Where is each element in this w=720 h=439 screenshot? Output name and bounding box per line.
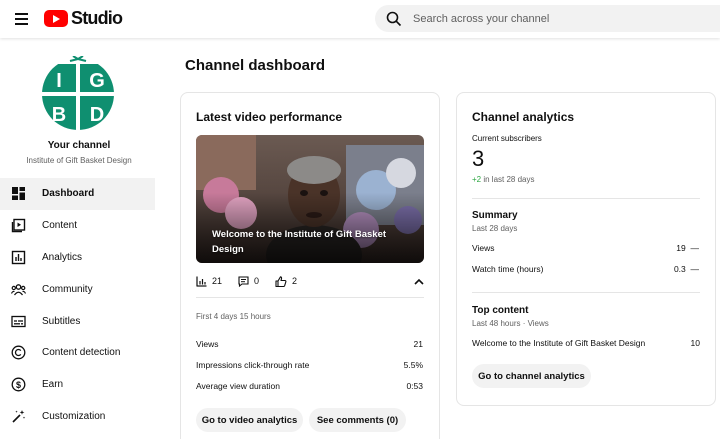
channel-name: Institute of Gift Basket Design (26, 156, 132, 165)
sidebar-item-subtitles[interactable]: Subtitles (0, 305, 160, 337)
views-stat[interactable]: 21 (196, 276, 222, 287)
metric-row: Impressions click-through rate 5.5% (196, 360, 423, 370)
summary-period: Last 28 days (472, 224, 518, 233)
top-content-value: 10 (690, 338, 700, 348)
avatar-letter: D (90, 104, 104, 126)
sidebar-item-dashboard[interactable]: Dashboard (0, 178, 155, 210)
analytics-icon (11, 250, 26, 265)
sidebar-item-label: Subtitles (42, 315, 81, 327)
divider (472, 292, 700, 293)
trend-dash: — (690, 243, 700, 253)
likes-count: 2 (292, 276, 298, 286)
top-content-row[interactable]: Welcome to the Institute of Gift Basket … (472, 338, 700, 348)
sidebar-item-analytics[interactable]: Analytics (0, 242, 160, 274)
metric-label: Views (196, 339, 219, 349)
metric-row: Views 21 (196, 339, 423, 349)
sidebar: I G B D Your channel Institute of Gift B… (0, 38, 160, 439)
divider (196, 297, 424, 298)
top-content-period: Last 48 hours · Views (472, 319, 549, 328)
subscribers-change-suffix: in last 28 days (481, 175, 535, 184)
metric-label: Impressions click-through rate (196, 360, 310, 370)
subscribers-count: 3 (472, 146, 485, 171)
divider (472, 198, 700, 199)
avatar-letter: I (56, 70, 62, 92)
svg-text:$: $ (16, 380, 21, 390)
comment-icon (238, 275, 249, 287)
thumbs-up-icon (275, 275, 287, 287)
hamburger-menu-icon[interactable] (10, 8, 32, 30)
search-input[interactable] (413, 12, 693, 25)
card-title: Channel analytics (472, 110, 575, 124)
video-title: Welcome to the Institute of Gift Basket … (212, 229, 387, 255)
sidebar-item-label: Community (42, 283, 93, 295)
studio-logo[interactable]: Studio (44, 8, 123, 29)
subtitles-icon (11, 314, 26, 329)
content-icon (11, 218, 26, 233)
views-count: 21 (212, 276, 223, 286)
page-title: Channel dashboard (185, 57, 326, 74)
summary-number: 19 (676, 243, 686, 253)
channel-avatar[interactable]: I G B D (40, 56, 116, 132)
metric-value: 21 (413, 339, 423, 349)
period-label: First 4 days 15 hours (196, 312, 271, 321)
trend-dash: — (690, 264, 700, 274)
sidebar-item-label: Content (42, 220, 78, 232)
bar-chart-icon (196, 276, 207, 287)
logo-text: Studio (71, 8, 123, 28)
search-icon[interactable] (386, 11, 402, 27)
top-content-title: Top content (472, 305, 529, 316)
sidebar-item-customization[interactable]: Customization (0, 401, 160, 433)
dashboard-icon (11, 186, 26, 201)
sidebar-item-content[interactable]: Content (0, 210, 160, 242)
avatar-letter: B (52, 104, 66, 126)
video-thumbnail[interactable]: Welcome to the Institute of Gift Basket … (196, 135, 424, 263)
summary-label: Views (472, 243, 495, 253)
sidebar-nav: Dashboard Content Analytics Community Su… (0, 178, 160, 432)
summary-value: 19 — (676, 243, 699, 253)
comments-count: 0 (254, 276, 260, 286)
subscribers-change-value: +2 (472, 175, 482, 184)
subscribers-change: +2 in last 28 days (472, 175, 535, 184)
video-stats: 21 0 2 (196, 273, 426, 289)
sidebar-item-content-detection[interactable]: Content detection (0, 337, 160, 369)
sidebar-item-label: Dashboard (42, 188, 95, 200)
search-bar[interactable] (375, 5, 720, 32)
dollar-icon: $ (11, 377, 26, 392)
avatar-letter: G (89, 70, 105, 92)
card-title: Latest video performance (196, 110, 343, 124)
metric-row: Average view duration 0:53 (196, 381, 423, 391)
see-comments-button[interactable]: See comments (0) (309, 408, 406, 432)
channel-analytics-card: Channel analytics Current subscribers 3 … (456, 92, 716, 406)
go-to-video-analytics-button[interactable]: Go to video analytics (196, 408, 303, 432)
sidebar-item-earn[interactable]: $ Earn (0, 369, 160, 401)
latest-video-card: Latest video performance Welcome to the … (180, 92, 440, 439)
summary-label: Watch time (hours) (472, 264, 544, 274)
community-icon (11, 282, 26, 297)
summary-number: 0.3 (673, 264, 686, 274)
sidebar-item-label: Customization (42, 410, 106, 422)
sidebar-item-label: Analytics (42, 251, 83, 263)
summary-title: Summary (472, 210, 518, 221)
summary-row: Views 19 — (472, 243, 699, 253)
summary-value: 0.3 — (674, 264, 699, 274)
summary-row: Watch time (hours) 0.3 — (472, 264, 699, 274)
go-to-channel-analytics-button[interactable]: Go to channel analytics (472, 364, 591, 388)
channel-title[interactable]: Your channel (0, 140, 158, 151)
metric-label: Average view duration (196, 381, 280, 391)
top-bar: Studio (0, 0, 720, 38)
metric-value: 5.5% (403, 360, 423, 370)
subscribers-label: Current subscribers (472, 134, 542, 143)
top-content-label[interactable]: Welcome to the Institute of Gift Basket … (472, 338, 645, 348)
likes-stat[interactable]: 2 (275, 275, 298, 287)
sidebar-item-label: Content detection (42, 347, 121, 359)
copyright-icon (11, 345, 26, 360)
youtube-play-icon (44, 10, 68, 27)
sidebar-item-community[interactable]: Community (0, 273, 160, 305)
sidebar-item-label: Earn (42, 379, 64, 391)
comments-stat[interactable]: 0 (238, 275, 260, 287)
chevron-up-icon[interactable] (412, 273, 426, 289)
metric-value: 0:53 (406, 381, 423, 391)
magic-wand-icon (11, 409, 26, 424)
